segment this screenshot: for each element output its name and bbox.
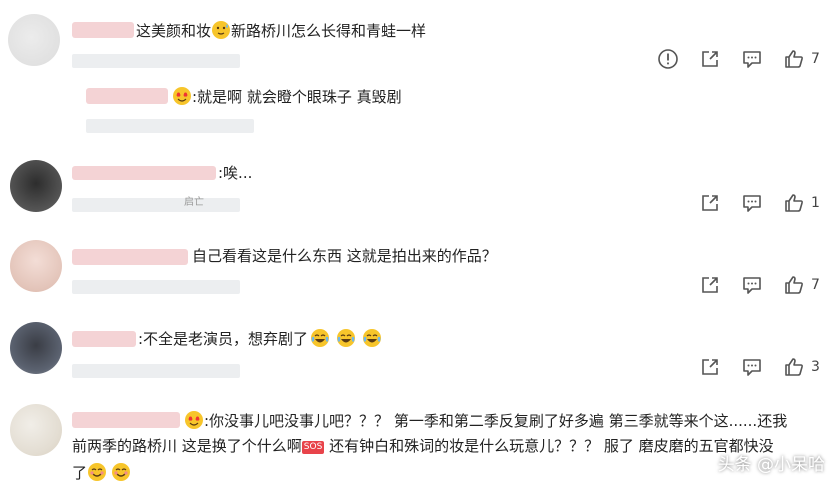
comment-text: 这美颜和妆 新路桥川怎么长得和青蛙一样	[136, 20, 427, 40]
comment-text-line2: 前两季的路桥川 这是换了个什么啊 SOS 还有钟白和殊词的妆是什么玩意儿？？？ 服…	[72, 437, 774, 455]
comment-icon[interactable]	[741, 274, 763, 296]
comment-text: :不全是老演员，想弃剧了	[138, 328, 382, 349]
avatar[interactable]	[8, 14, 60, 66]
username[interactable]	[72, 22, 134, 38]
reply-username[interactable]	[86, 88, 168, 104]
share-icon[interactable]	[699, 274, 721, 296]
avatar[interactable]	[10, 160, 62, 212]
comment-icon[interactable]	[741, 356, 763, 378]
comment-text: 自己看看这是什么东西 这就是拍出来的作品？	[192, 247, 497, 265]
smile-emoji-icon	[87, 462, 107, 482]
smile-emoji-icon	[111, 462, 131, 482]
like-icon[interactable]	[783, 192, 805, 214]
like-count: 1	[811, 195, 820, 211]
avatar[interactable]	[10, 240, 62, 292]
comment-meta	[72, 280, 240, 294]
comment-meta	[72, 364, 240, 378]
report-icon[interactable]	[657, 48, 679, 70]
reply-meta	[86, 119, 254, 133]
like-icon[interactable]	[783, 274, 805, 296]
comment-meta	[72, 198, 240, 212]
username[interactable]	[72, 166, 216, 180]
username[interactable]	[72, 249, 188, 265]
reply-text: :就是啊 就会瞪个眼珠子 真毁剧	[172, 86, 402, 107]
username[interactable]	[72, 331, 136, 347]
laugh-cry-emoji-icon	[362, 328, 382, 348]
comment-meta-label: 启亡	[184, 197, 204, 208]
comment-actions: 7	[657, 48, 820, 70]
laugh-cry-emoji-icon	[336, 328, 356, 348]
share-icon[interactable]	[699, 48, 721, 70]
share-icon[interactable]	[699, 192, 721, 214]
heart-eyes-emoji-icon	[172, 86, 192, 106]
like-icon[interactable]	[783, 356, 805, 378]
comment-text: :你没事儿吧没事儿吧？？？ 第一季和第二季反复刷了好多遍 第三季就等来个这...…	[184, 410, 787, 431]
comment-icon[interactable]	[741, 48, 763, 70]
avatar[interactable]	[10, 404, 62, 456]
share-icon[interactable]	[699, 356, 721, 378]
watermark: 头条 @小呆哈	[717, 455, 825, 475]
username[interactable]	[72, 412, 180, 428]
heart-eyes-emoji-icon	[184, 410, 204, 430]
sweat-emoji-icon	[211, 20, 231, 40]
comment-icon[interactable]	[741, 192, 763, 214]
avatar[interactable]	[10, 322, 62, 374]
like-count: 7	[811, 51, 820, 67]
like-count: 7	[811, 277, 820, 293]
comment-meta	[72, 54, 240, 68]
comment-actions: 1	[699, 192, 820, 214]
like-count: 3	[811, 359, 820, 375]
sos-icon: SOS	[301, 441, 325, 454]
comment-text-line3: 了	[72, 462, 131, 483]
comment-actions: 7	[699, 274, 820, 296]
laugh-cry-emoji-icon	[310, 328, 330, 348]
comment-actions: 3	[699, 356, 820, 378]
comment-text: :唉...	[218, 164, 253, 182]
like-icon[interactable]	[783, 48, 805, 70]
